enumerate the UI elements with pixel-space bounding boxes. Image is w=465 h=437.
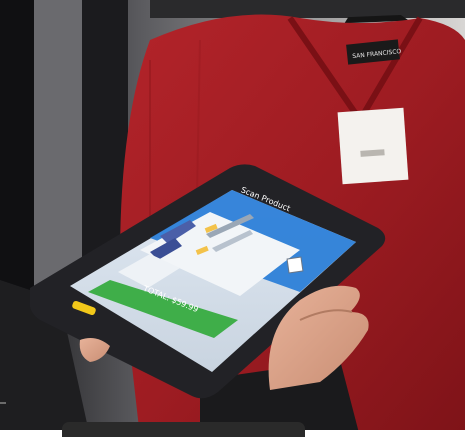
photo-scene: SAN FRANCISCO TOTAL: $59.99 Scan Product — [0, 0, 465, 437]
bottom-card — [62, 422, 305, 437]
hanger-rail — [150, 0, 465, 18]
grey-coat — [34, 0, 86, 300]
price-tag — [337, 107, 409, 185]
edge-mark — [0, 402, 6, 404]
